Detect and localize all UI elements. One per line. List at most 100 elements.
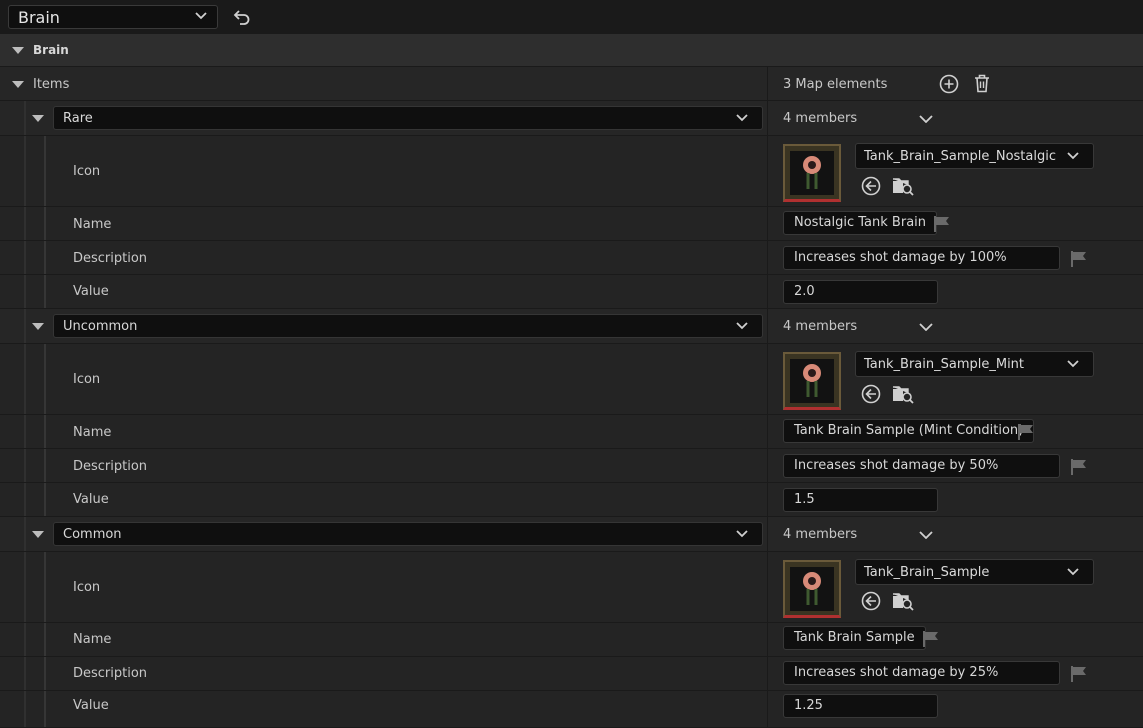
icon-thumbnail[interactable] (783, 144, 841, 202)
indent-guide (44, 449, 46, 482)
column-divider (767, 309, 768, 344)
flag-icon[interactable] (1070, 458, 1088, 476)
browse-back-icon[interactable] (861, 384, 881, 404)
add-circle-icon[interactable] (939, 74, 959, 94)
collapse-triangle-icon[interactable] (12, 47, 24, 54)
collapse-triangle-icon[interactable] (12, 81, 24, 88)
description-field[interactable]: Increases shot damage by 100% (783, 246, 1060, 270)
description-field[interactable]: Increases shot damage by 50% (783, 454, 1060, 478)
indent-guide (24, 552, 26, 622)
indent-guide (24, 415, 26, 448)
chevron-down-icon (1067, 360, 1079, 368)
field-row-value: Value 2.0 (0, 275, 1143, 309)
flag-icon[interactable] (922, 630, 940, 648)
find-in-browser-icon[interactable] (892, 384, 914, 404)
map-entry-rare: Rare 4 members (0, 101, 1143, 136)
icon-thumbnail[interactable] (783, 560, 841, 618)
indent-guide (24, 517, 26, 551)
browse-back-icon[interactable] (861, 176, 881, 196)
chevron-down-icon[interactable] (919, 115, 933, 123)
flag-icon[interactable] (1070, 665, 1088, 683)
name-field[interactable]: Tank Brain Sample (Mint Condition) (783, 419, 1035, 443)
section-header-brain[interactable]: Brain (0, 34, 1143, 67)
column-divider (767, 517, 768, 552)
brain-thumbnail-image (803, 364, 821, 397)
field-label-description: Description (73, 459, 148, 474)
items-row: Items 3 Map elements (0, 67, 1143, 101)
field-row-name: Name Nostalgic Tank Brain (0, 207, 1143, 241)
indent-guide (44, 344, 46, 414)
top-toolbar: Brain (0, 0, 1143, 34)
find-in-browser-icon[interactable] (892, 176, 914, 196)
brain-thumbnail-image (803, 156, 821, 189)
description-field[interactable]: Increases shot damage by 25% (783, 661, 1060, 685)
field-label-icon: Icon (73, 372, 101, 387)
column-divider (767, 67, 768, 101)
members-count: 4 members (783, 527, 858, 542)
field-row-description: Description Increases shot damage by 25% (0, 657, 1143, 691)
collapse-triangle-icon[interactable] (32, 323, 44, 330)
items-label: Items (33, 77, 70, 92)
collapse-triangle-icon[interactable] (32, 115, 44, 122)
indent-guide (24, 449, 26, 482)
rarity-key-dropdown[interactable]: Uncommon (53, 314, 763, 338)
flag-icon[interactable] (1017, 423, 1035, 441)
name-field[interactable]: Tank Brain Sample (783, 626, 926, 650)
column-divider (767, 449, 768, 483)
asset-picker-dropdown[interactable]: Tank_Brain_Sample_Nostalgic (855, 143, 1094, 169)
indent-guide (44, 241, 46, 274)
trash-icon[interactable] (974, 74, 990, 93)
field-label-description: Description (73, 251, 148, 266)
chevron-down-icon (1067, 152, 1079, 160)
indent-guide (24, 101, 26, 135)
rarity-key-dropdown[interactable]: Common (53, 522, 763, 546)
flag-icon[interactable] (1070, 250, 1088, 268)
indent-guide (24, 623, 26, 656)
indent-guide (24, 136, 26, 206)
asset-type-dropdown[interactable]: Brain (8, 5, 218, 29)
indent-guide (44, 275, 46, 308)
undo-icon[interactable] (233, 9, 251, 25)
indent-guide (44, 415, 46, 448)
asset-picker-value: Tank_Brain_Sample_Mint (864, 357, 1025, 372)
column-divider (767, 691, 768, 728)
field-label-value: Value (73, 698, 109, 713)
chevron-down-icon[interactable] (919, 323, 933, 331)
column-divider (767, 136, 768, 207)
value-field[interactable]: 1.25 (783, 694, 938, 718)
indent-guide (44, 207, 46, 240)
field-row-icon: Icon Tank_Brain_Sample_Mint (0, 344, 1143, 415)
indent-guide (44, 136, 46, 206)
value-field[interactable]: 1.5 (783, 488, 938, 512)
field-label-value: Value (73, 492, 109, 507)
field-row-icon: Icon Tank_Brain_Sample (0, 552, 1143, 623)
rarity-key-value: Common (63, 527, 122, 542)
find-in-browser-icon[interactable] (892, 591, 914, 611)
chevron-down-icon (736, 114, 748, 122)
asset-picker-dropdown[interactable]: Tank_Brain_Sample_Mint (855, 351, 1094, 377)
column-divider (767, 241, 768, 275)
chevron-down-icon (736, 322, 748, 330)
indent-guide (44, 657, 46, 690)
field-label-name: Name (73, 425, 112, 440)
name-field[interactable]: Nostalgic Tank Brain (783, 211, 938, 235)
icon-thumbnail[interactable] (783, 352, 841, 410)
chevron-down-icon[interactable] (919, 531, 933, 539)
value-field[interactable]: 2.0 (783, 280, 938, 304)
rarity-key-value: Rare (63, 111, 93, 126)
column-divider (767, 552, 768, 623)
indent-guide (44, 623, 46, 656)
indent-guide (24, 691, 26, 727)
section-title: Brain (33, 43, 69, 57)
collapse-triangle-icon[interactable] (32, 531, 44, 538)
field-label-description: Description (73, 666, 148, 681)
asset-picker-dropdown[interactable]: Tank_Brain_Sample (855, 559, 1094, 585)
field-row-icon: Icon Tank_Brain_Sample_Nostalgic (0, 136, 1143, 207)
flag-icon[interactable] (933, 215, 951, 233)
map-entry-common: Common 4 members (0, 517, 1143, 552)
indent-guide (24, 241, 26, 274)
indent-guide (44, 691, 46, 727)
members-count: 4 members (783, 111, 858, 126)
rarity-key-dropdown[interactable]: Rare (53, 106, 763, 130)
browse-back-icon[interactable] (861, 591, 881, 611)
